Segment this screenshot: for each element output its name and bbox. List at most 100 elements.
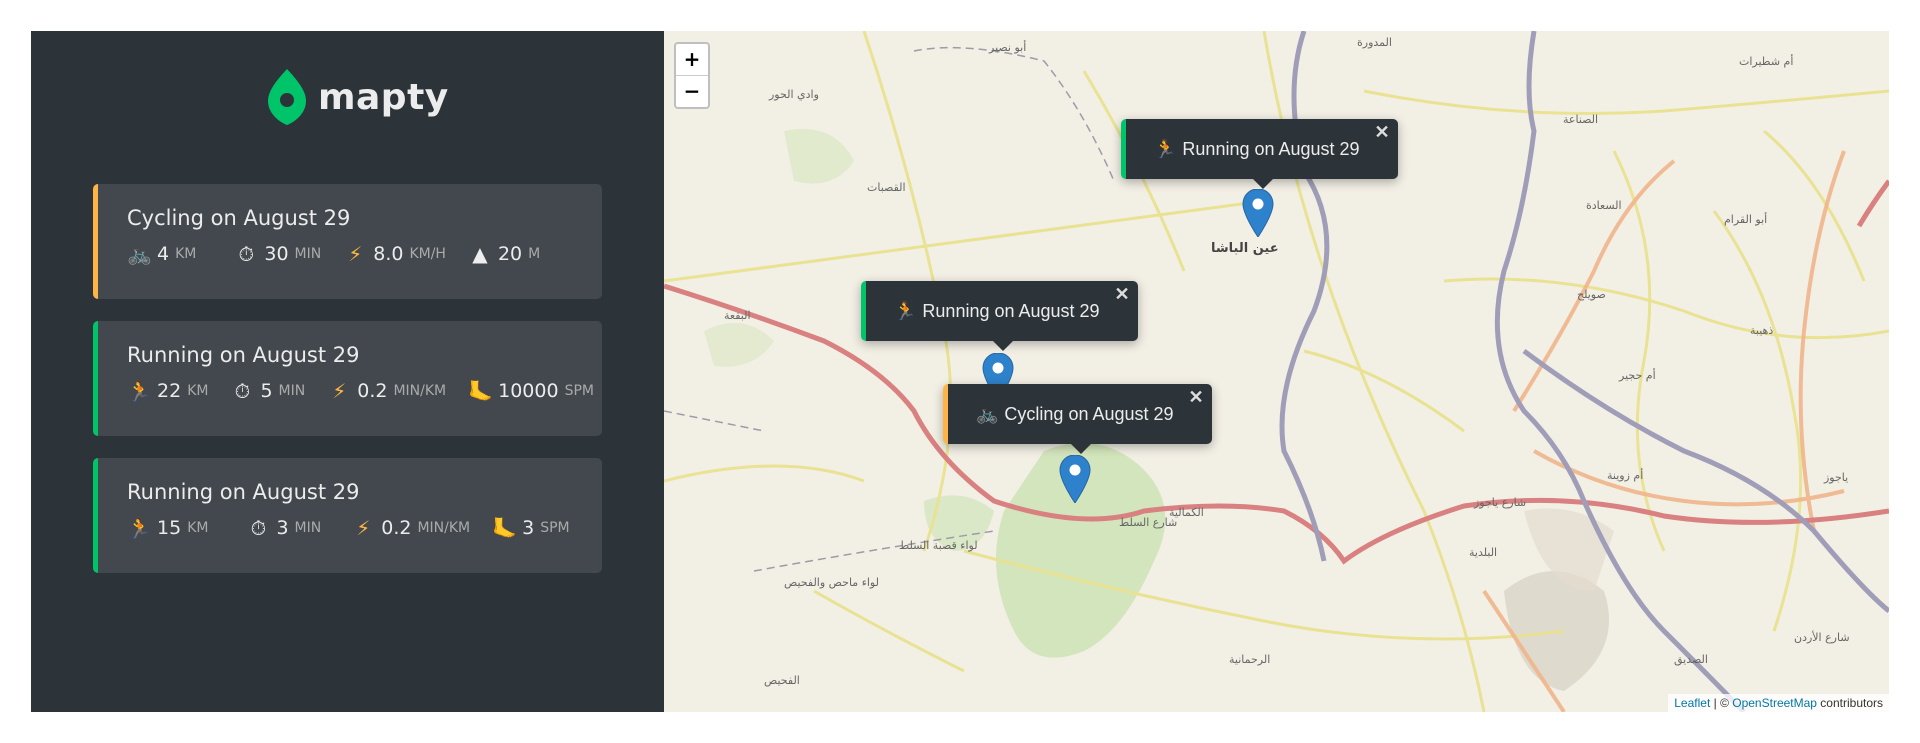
logo: mapty <box>268 69 449 125</box>
map-label: أم حجير <box>1619 369 1656 382</box>
workout-detail-elevation: ▲ 20 m <box>468 242 540 266</box>
workout-card-cycling[interactable]: Cycling on August 29 🚲 4 km ⏱ 30 min ⚡ 8.0 km/… <box>93 184 602 299</box>
detail-unit: min <box>294 246 322 262</box>
mountain-icon: ▲ <box>472 242 488 266</box>
detail-unit: km <box>175 246 197 262</box>
map-label: الفحيص <box>764 674 800 687</box>
runner-icon: 🏃 <box>1154 138 1177 159</box>
sidebar: mapty Cycling on August 29 🚲 4 km ⏱ 30 min ⚡… <box>31 31 664 712</box>
workout-detail-pace: ⚡ 0.2 min/km <box>327 379 446 403</box>
detail-unit: min/km <box>417 520 471 536</box>
stopwatch-icon: ⏱ <box>238 242 255 266</box>
workout-popup[interactable]: 🏃 Running on August 29 ✕ <box>1121 119 1398 189</box>
workout-detail-distance: 🚲 4 km <box>127 242 196 266</box>
detail-value: 22 <box>157 380 182 402</box>
map-label: الرحمانية <box>1229 653 1271 666</box>
map-label: صويلح <box>1577 288 1606 301</box>
zoom-out-button[interactable]: − <box>676 75 708 107</box>
popup-tip <box>1252 178 1274 189</box>
workout-popup[interactable]: 🏃 Running on August 29 ✕ <box>861 281 1138 351</box>
popup-tip <box>992 340 1014 351</box>
runner-icon: 🏃 <box>894 300 917 321</box>
detail-unit: min/km <box>393 383 447 399</box>
detail-unit: km <box>187 520 209 536</box>
map-label: شارع الأردن <box>1794 631 1850 644</box>
attribution-separator: | © <box>1710 696 1733 710</box>
workout-detail-duration: ⏱ 30 min <box>234 242 322 266</box>
map-marker-icon[interactable] <box>1242 189 1274 237</box>
map-label: أبو نصير <box>989 41 1027 54</box>
openstreetmap-link[interactable]: OpenStreetMap <box>1732 696 1817 710</box>
lightning-icon: ⚡ <box>348 242 363 266</box>
lightning-icon: ⚡ <box>356 516 371 540</box>
zoom-in-button[interactable]: + <box>676 44 708 75</box>
map-label: أبو القرام <box>1724 213 1768 226</box>
map-label: شارع السلط <box>1119 516 1178 529</box>
map-label: أم شطيرات <box>1739 55 1794 68</box>
foot-icon: 🦶 <box>468 379 494 403</box>
map-label: لواء قصبة السلط <box>899 539 978 552</box>
popup-text: Cycling on August 29 <box>1004 403 1174 424</box>
map-label: عين الباشا <box>1211 241 1279 256</box>
detail-unit: min <box>278 383 306 399</box>
foot-icon: 🦶 <box>492 516 518 540</box>
detail-value: 30 <box>264 243 289 265</box>
detail-unit: spm <box>540 520 570 536</box>
workout-title: Running on August 29 <box>127 480 360 504</box>
detail-value: 5 <box>260 380 273 402</box>
map[interactable]: عين الباشا وادي الحور القصبات أبو نصير ا… <box>664 31 1889 712</box>
workout-card-running[interactable]: Running on August 29 🏃 15 km ⏱ 3 min ⚡ 0.2 min… <box>93 458 602 573</box>
runner-icon: 🏃 <box>127 516 152 540</box>
zoom-control: + − <box>674 42 710 109</box>
detail-unit: spm <box>564 383 594 399</box>
close-icon[interactable]: ✕ <box>1374 122 1389 143</box>
workout-title: Cycling on August 29 <box>127 206 351 230</box>
map-label: القصبات <box>867 181 906 194</box>
popup-text: Running on August 29 <box>1182 138 1360 159</box>
map-label: الصناعة <box>1563 113 1599 126</box>
workout-detail-distance: 🏃 22 km <box>127 379 208 403</box>
popup-text: Running on August 29 <box>922 300 1100 321</box>
runner-icon: 🏃 <box>127 379 152 403</box>
workout-detail-duration: ⏱ 5 min <box>230 379 306 403</box>
map-marker-icon[interactable] <box>1059 455 1091 503</box>
workout-details: 🏃 22 km ⏱ 5 min ⚡ 0.2 min/km 🦶 10000 spm <box>127 379 602 403</box>
workout-details: 🏃 15 km ⏱ 3 min ⚡ 0.2 min/km 🦶 3 spm <box>127 516 602 540</box>
leaflet-link[interactable]: Leaflet <box>1674 696 1710 710</box>
detail-value: 8.0 <box>373 243 404 265</box>
map-label: ياجوز <box>1824 471 1849 484</box>
popup-tip <box>1070 443 1092 454</box>
workout-detail-distance: 🏃 15 km <box>127 516 208 540</box>
close-icon[interactable]: ✕ <box>1114 284 1129 305</box>
app-container: mapty Cycling on August 29 🚲 4 km ⏱ 30 min ⚡… <box>31 31 1889 712</box>
workout-card-running[interactable]: Running on August 29 🏃 22 km ⏱ 5 min ⚡ 0.2 min… <box>93 321 602 436</box>
detail-unit: km <box>187 383 209 399</box>
workout-detail-pace: ⚡ 0.2 min/km <box>351 516 470 540</box>
map-label: لواء ماحص والفحيص <box>784 576 879 589</box>
workout-title: Running on August 29 <box>127 343 360 367</box>
workout-detail-speed: ⚡ 8.0 km/h <box>343 242 446 266</box>
map-label: السعادة <box>1586 199 1622 212</box>
stopwatch-icon: ⏱ <box>234 379 251 403</box>
detail-unit: min <box>294 520 322 536</box>
close-icon[interactable]: ✕ <box>1188 387 1203 408</box>
workout-list: Cycling on August 29 🚲 4 km ⏱ 30 min ⚡ 8.0 km/… <box>93 184 602 595</box>
stopwatch-icon: ⏱ <box>250 516 267 540</box>
detail-value: 15 <box>157 517 182 539</box>
map-label: ذهيبة <box>1750 324 1774 337</box>
map-pin-logo-icon <box>268 69 306 125</box>
workout-detail-cadence: 🦶 3 spm <box>492 516 570 540</box>
map-label: شارع ياجوز <box>1474 496 1527 509</box>
detail-unit: km/h <box>409 246 446 262</box>
workout-popup[interactable]: 🚲 Cycling on August 29 ✕ <box>943 384 1212 454</box>
bicycle-icon: 🚲 <box>976 403 999 424</box>
workout-details: 🚲 4 km ⏱ 30 min ⚡ 8.0 km/h ▲ 20 m <box>127 242 602 266</box>
detail-value: 3 <box>522 517 535 539</box>
detail-value: 4 <box>157 243 170 265</box>
map-label: أم زوينة <box>1607 469 1644 482</box>
map-label: وادي الحور <box>769 88 819 101</box>
workout-detail-duration: ⏱ 3 min <box>246 516 322 540</box>
detail-unit: m <box>528 246 541 262</box>
detail-value: 10000 <box>498 380 559 402</box>
detail-value: 3 <box>276 517 289 539</box>
